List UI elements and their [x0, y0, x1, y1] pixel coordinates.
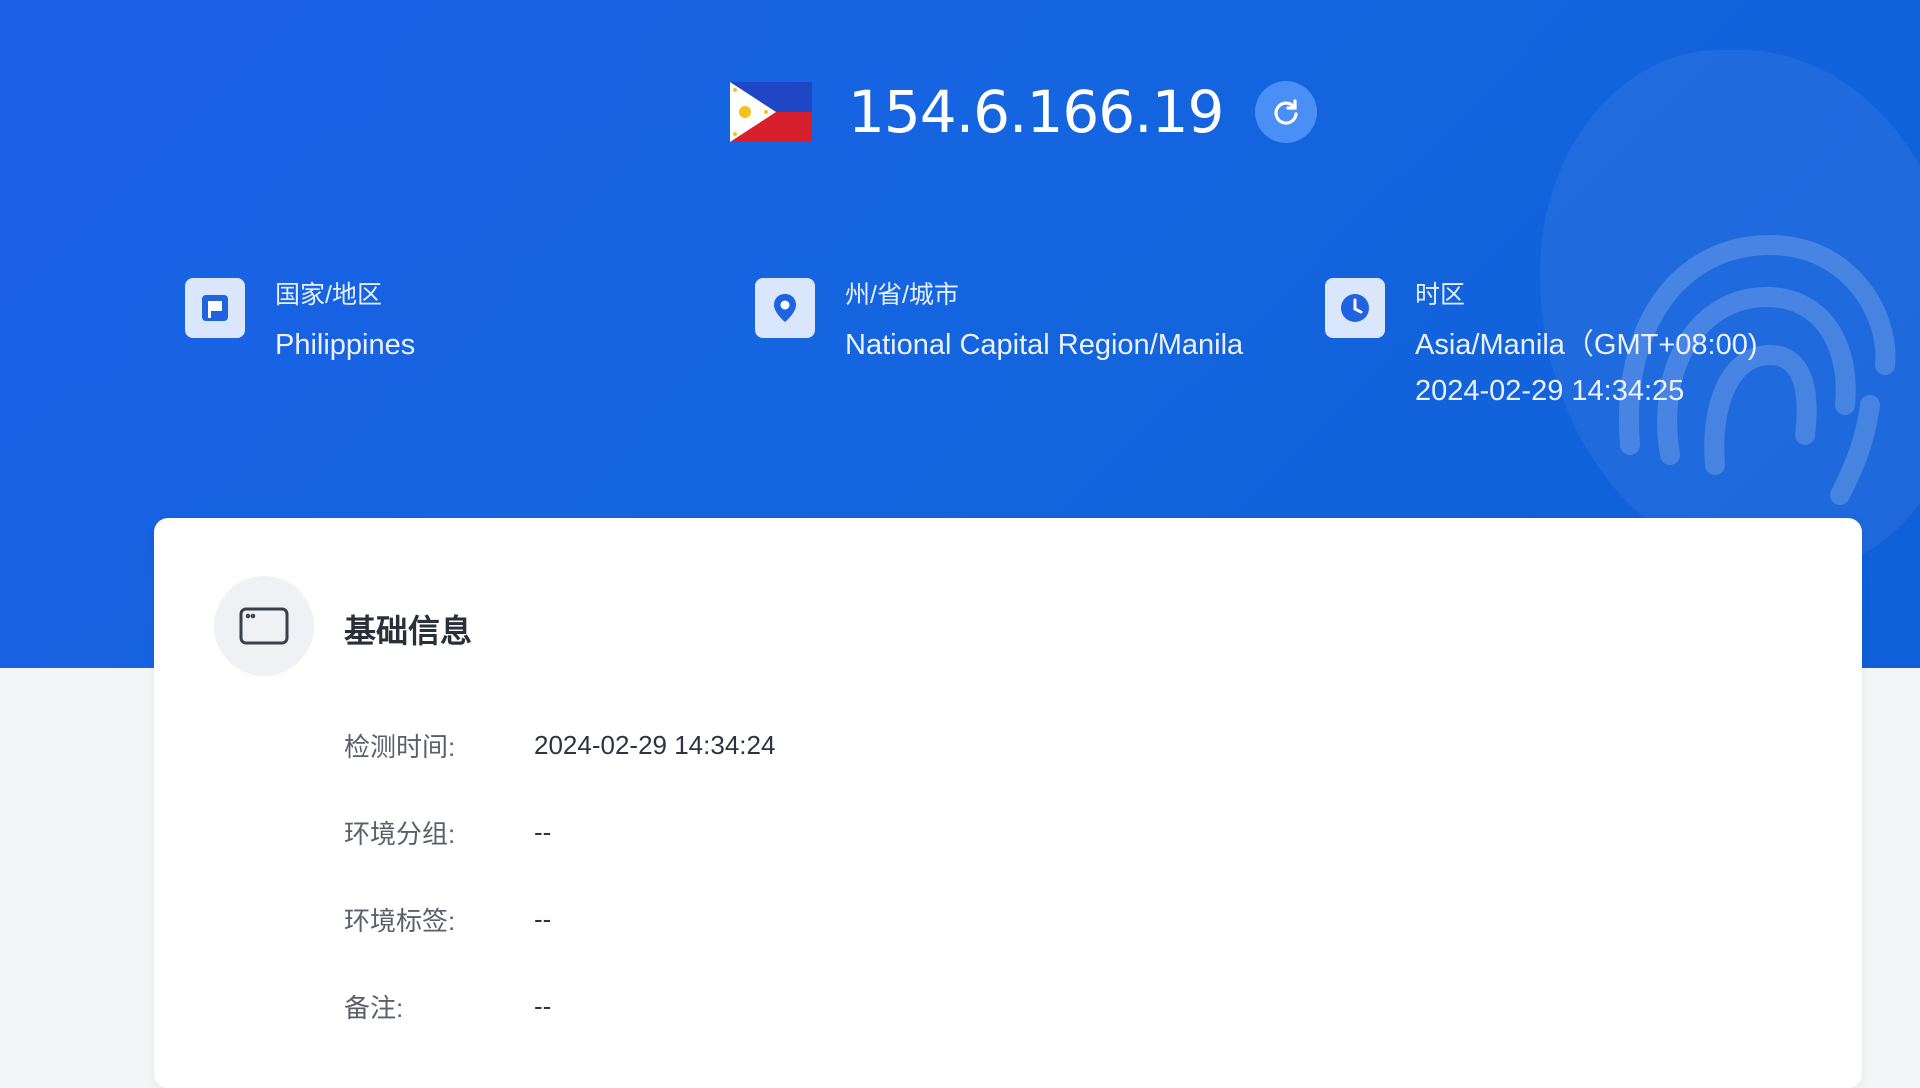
- field-row-env-group: 环境分组: --: [344, 812, 551, 852]
- timezone-label: 时区: [1415, 281, 1466, 309]
- refresh-icon: [1274, 99, 1299, 125]
- philippines-flag-icon: [730, 82, 812, 142]
- location-pin-icon: [755, 278, 815, 338]
- field-label: 环境标签:: [344, 905, 456, 936]
- field-row-detect-time: 检测时间: 2024-02-29 14:34:24: [344, 725, 775, 765]
- basic-info-card: 基础信息 检测时间: 2024-02-29 14:34:24 环境分组: -- …: [154, 518, 1862, 1088]
- field-label: 环境分组:: [344, 818, 456, 849]
- ip-header: 154.6.166.19: [730, 72, 1318, 152]
- local-time: 2024-02-29 14:34:25: [1415, 375, 1685, 407]
- field-row-env-tags: 环境标签: --: [344, 899, 551, 939]
- region-label: 州/省/城市: [845, 281, 959, 309]
- refresh-button[interactable]: [1255, 81, 1318, 143]
- country-info: 国家/地区 Philippines: [185, 278, 415, 362]
- field-label: 备注:: [344, 992, 404, 1023]
- region-info: 州/省/城市 National Capital Region/Manila: [755, 278, 1243, 362]
- field-value: --: [534, 903, 552, 934]
- browser-window-icon: [214, 576, 314, 676]
- field-value: --: [534, 816, 552, 847]
- section-title: 基础信息: [344, 613, 473, 649]
- timezone-value: Asia/Manila（GMT+08:00): [1415, 329, 1758, 361]
- field-value: --: [534, 990, 552, 1021]
- clock-icon: [1325, 278, 1385, 338]
- field-value: 2024-02-29 14:34:24: [534, 729, 776, 760]
- flag-icon: [185, 278, 245, 338]
- region-value: National Capital Region/Manila: [845, 329, 1244, 361]
- ip-address: 154.6.166.19: [848, 78, 1224, 146]
- country-label: 国家/地区: [275, 281, 382, 309]
- country-value: Philippines: [275, 329, 416, 361]
- field-label: 检测时间:: [344, 731, 456, 762]
- timezone-info: 时区 Asia/Manila（GMT+08:00) 2024-02-29 14:…: [1325, 278, 1758, 408]
- field-row-remarks: 备注: --: [344, 986, 551, 1026]
